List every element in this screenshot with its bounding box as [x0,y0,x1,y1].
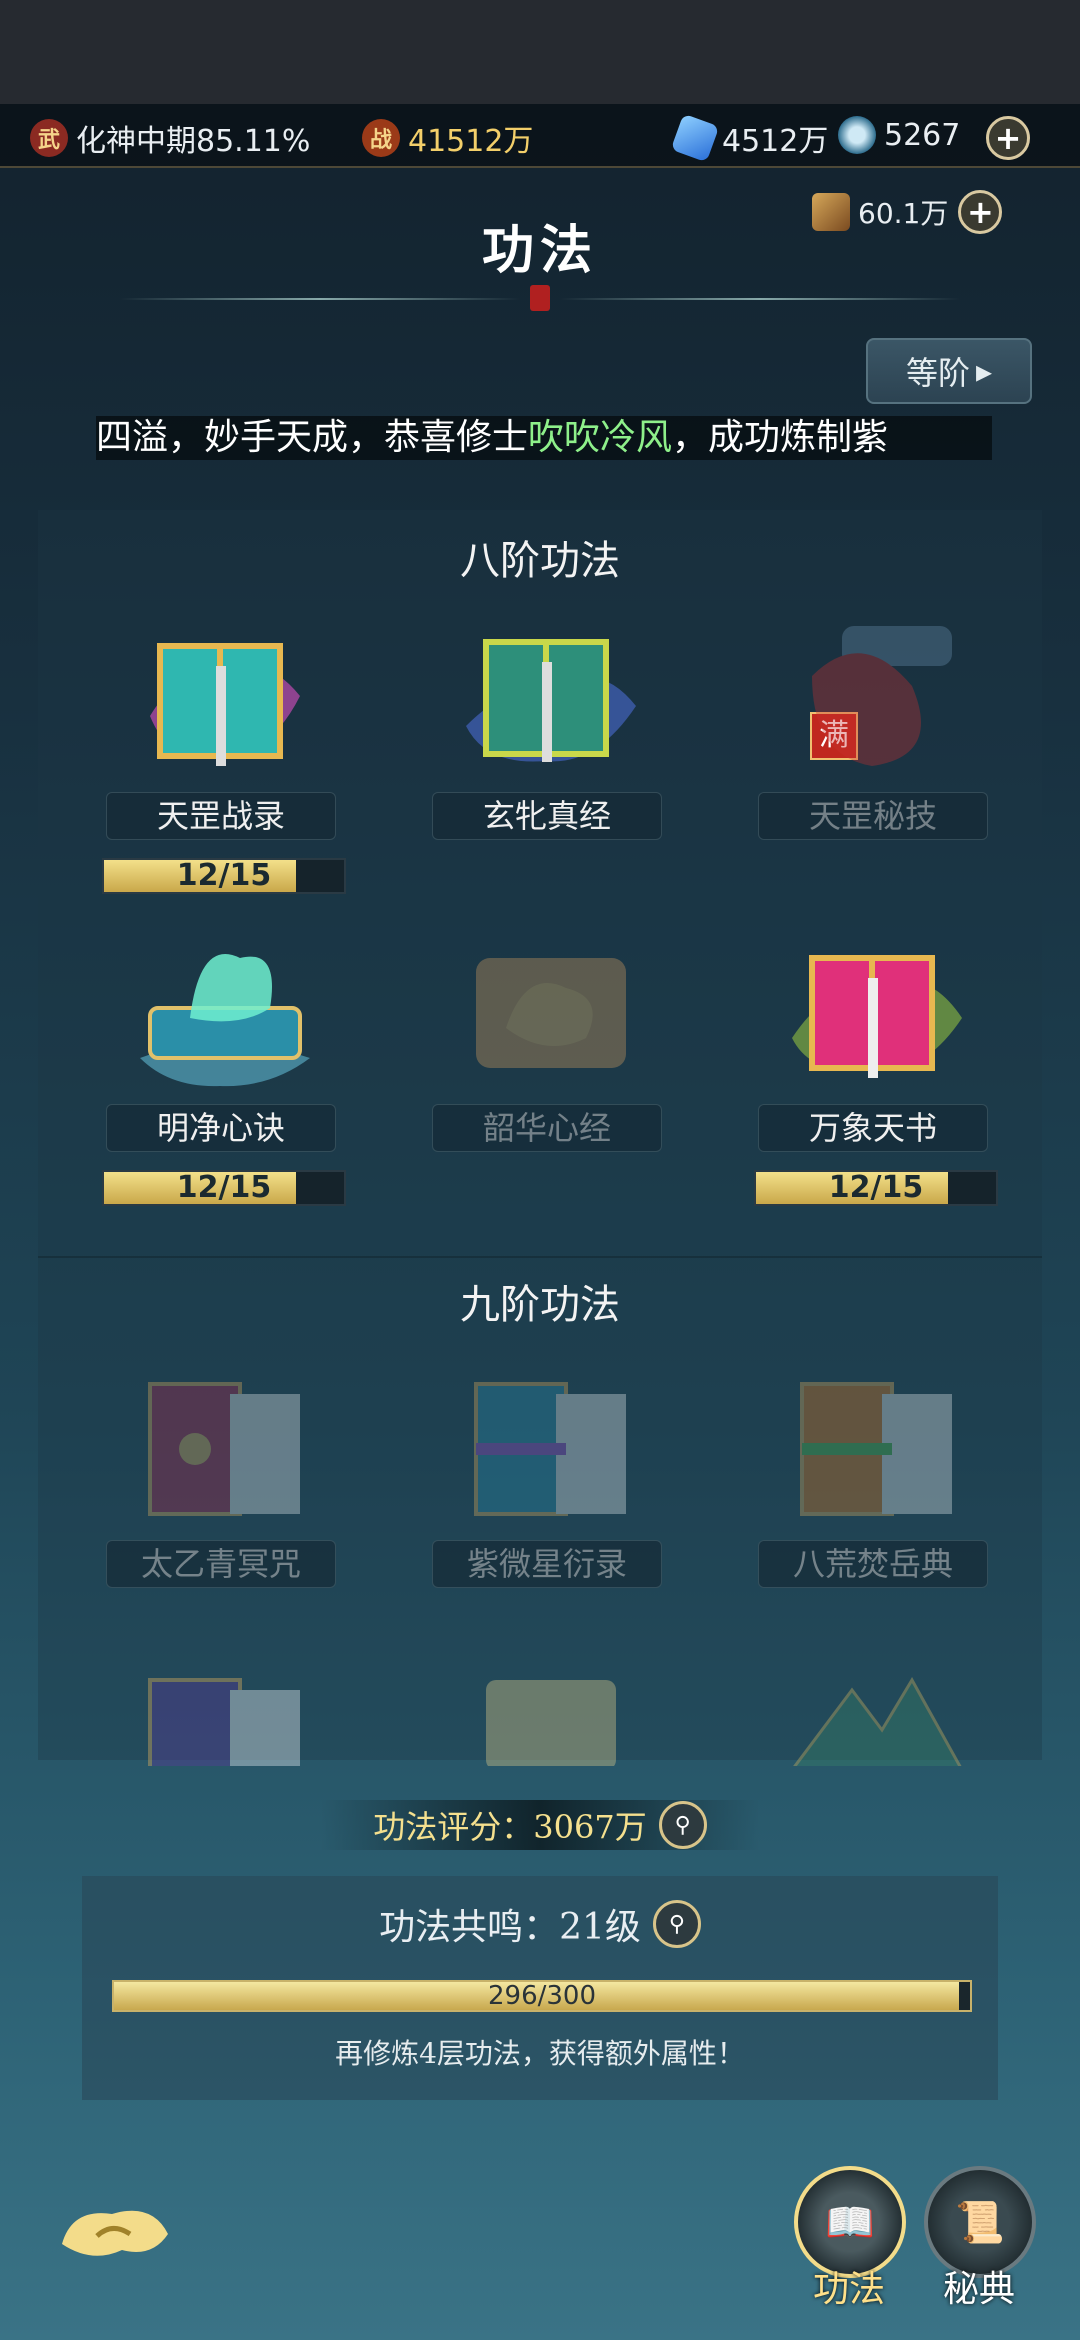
mountain-icon [793,1677,962,1766]
ticker-text: 四溢，妙手天成，恭喜修士 [96,417,529,458]
title-divider-right [560,298,960,300]
skill-name: 太乙青冥咒 [106,1540,336,1588]
scroll-red-icon [812,626,952,766]
cloud-menu-icon[interactable] [52,2194,178,2268]
resonance-hint: 再修炼4层功法，获得额外属性！ [335,2037,745,2070]
resource-bar: 武 化神中期85.11% 战 41512万 4512万 5267 + [0,104,1080,168]
skill-name: 明净心诀 [106,1104,336,1152]
skill-row-partial [38,1650,1042,1766]
book-red-icon [148,1382,300,1516]
power-resource[interactable]: 战 41512万 [362,116,533,160]
book-cream-icon [486,1680,616,1766]
section-divider [38,1256,1042,1258]
tier-button[interactable]: 等阶 ▸ [866,338,1032,404]
book-blue-icon [474,1382,626,1516]
realm-resource[interactable]: 武 化神中期85.11% [30,116,310,160]
power-text: 41512万 [408,124,534,159]
add-coin-button[interactable]: + [986,116,1030,160]
book-orange-icon [800,1382,952,1516]
crystal-icon [670,113,720,163]
skill-name: 天罡秘技 [758,792,988,840]
secrets-tab[interactable]: 📜 秘典 [924,2166,1036,2312]
skill-name: 万象天书 [758,1104,988,1152]
book-green-icon [466,639,636,762]
skills-tab[interactable]: 📖 功法 [794,2166,906,2312]
resonance-search-icon[interactable]: ⚲ [652,1900,701,1948]
section8-title: 八阶功法 [460,538,620,584]
skill-progress: 12/15 [754,1170,998,1206]
skill-progress: 12/15 [102,858,346,894]
announcement-ticker: 四溢，妙手天成，恭喜修士吹吹冷风，成功炼制紫 [96,416,992,460]
scroll-dragon-icon [476,958,626,1068]
crystal-resource[interactable]: 4512万 [670,113,829,163]
skill-name: 天罡战录 [106,792,336,840]
resonance-title: 功法共鸣： 21级 ⚲ [82,1898,998,1950]
top-decoration [0,0,1080,104]
ticker-text-end: ，成功炼制紫 [672,417,889,458]
skill-name: 玄牝真经 [432,792,662,840]
resonance-level: 21级 [559,1907,641,1948]
skill-score: 功法评分： 3067万 ⚲ [320,1800,760,1850]
skill-name: 八荒焚岳典 [758,1540,988,1588]
resonance-progress: 296/300 [112,1980,972,2012]
book-gold-teal-icon [150,643,300,766]
score-value: 3067万 [533,1808,647,1846]
section9-title: 九阶功法 [460,1282,620,1328]
coin-resource[interactable]: 5267 [838,116,960,154]
coin-icon [838,116,876,154]
resonance-label: 功法共鸣： [379,1907,560,1948]
score-search-icon[interactable]: ⚲ [658,1801,707,1849]
skill-name: 韶华心经 [432,1104,662,1152]
skills-tab-label: 功法 [812,2269,885,2310]
realm-text: 化神中期85.11% [76,124,311,159]
crystal-text: 4512万 [722,124,829,159]
score-label: 功法评分： [373,1808,534,1846]
page-title: 功法 [481,220,598,281]
title-divider-left [120,298,520,300]
book-pink-icon [792,955,962,1078]
book-purple-icon [148,1678,300,1766]
ticker-player-name: 吹吹冷风 [528,417,673,458]
skill-progress: 12/15 [102,1170,346,1206]
tier-button-label: 等阶 [905,354,970,392]
resonance-panel: 功法共鸣： 21级 ⚲ 296/300 再修炼4层功法，获得额外属性！ [82,1876,998,2100]
skill-name: 紫微星衍录 [432,1540,662,1588]
seal-icon [530,285,550,311]
secrets-tab-label: 秘典 [942,2269,1015,2310]
power-icon: 战 [362,119,400,157]
book-qilin-icon [140,954,310,1087]
coin-text: 5267 [884,117,961,153]
chevron-right-icon: ▸ [975,352,993,390]
realm-icon: 武 [30,119,68,157]
